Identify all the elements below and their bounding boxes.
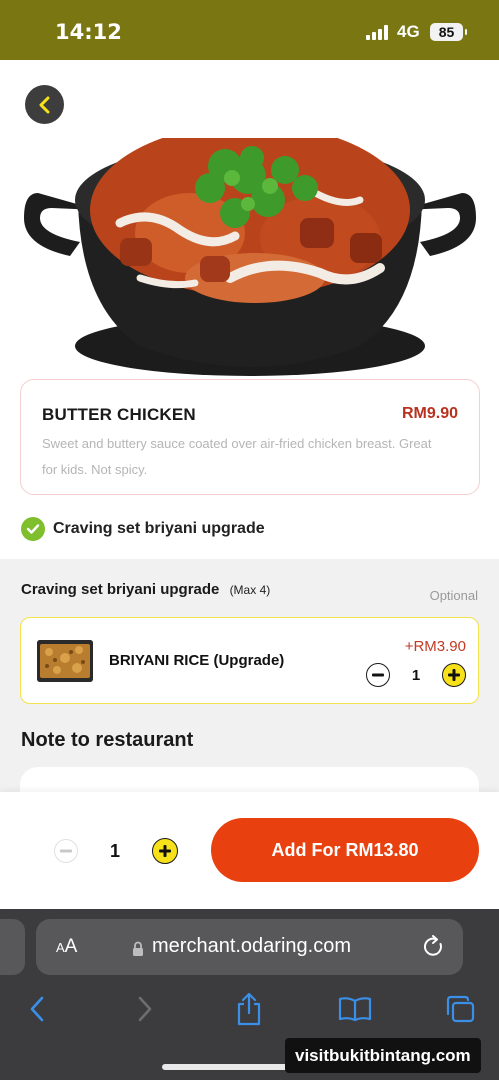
product-description: Sweet and buttery sauce coated over air-… xyxy=(42,436,432,477)
battery-icon: 85 xyxy=(430,23,467,41)
status-bar: 14:12 4G 85 xyxy=(0,0,499,60)
back-button[interactable] xyxy=(25,85,64,124)
increment-button[interactable] xyxy=(151,838,178,864)
browser-forward-button[interactable] xyxy=(127,991,163,1027)
option-increment-button[interactable] xyxy=(442,663,466,687)
product-name: BUTTER CHICKEN xyxy=(42,405,196,424)
browser-toolbar: AA merchant.odaring.com visitbukitbintan… xyxy=(0,909,499,1080)
minus-icon xyxy=(372,673,384,677)
option-quantity: 1 xyxy=(411,666,421,684)
check-icon xyxy=(21,517,45,541)
product-image xyxy=(24,138,476,376)
briyani-rice-thumbnail xyxy=(37,640,93,682)
share-icon xyxy=(237,992,261,1026)
browser-nav xyxy=(0,991,499,1031)
tabs-icon xyxy=(446,995,475,1023)
option-group-title: Craving set briyani upgrade (Max 4) xyxy=(21,581,270,598)
options-section: Craving set briyani upgrade (Max 4) Opti… xyxy=(0,559,499,827)
bottom-action-bar: 1 Add For RM13.80 xyxy=(0,792,499,909)
plus-icon xyxy=(158,845,171,857)
product-card: BUTTER CHICKEN RM9.90 Sweet and buttery … xyxy=(20,379,480,495)
signal-icon xyxy=(366,24,390,40)
decrement-button[interactable] xyxy=(54,839,78,863)
option-item-name: BRIYANI RICE (Upgrade) xyxy=(109,652,285,669)
quantity-stepper: 1 xyxy=(54,838,178,864)
url-text: merchant.odaring.com xyxy=(152,935,351,957)
selected-option-label: Craving set briyani upgrade xyxy=(53,520,265,537)
chevron-left-icon xyxy=(39,96,49,113)
note-title: Note to restaurant xyxy=(21,729,194,751)
network-type: 4G xyxy=(397,22,420,41)
plus-icon xyxy=(448,669,460,681)
product-price: RM9.90 xyxy=(401,405,458,422)
add-to-cart-button[interactable]: Add For RM13.80 xyxy=(211,818,479,882)
address-bar[interactable]: AA merchant.odaring.com xyxy=(36,919,463,975)
chevron-left-icon xyxy=(30,996,44,1022)
option-item[interactable]: BRIYANI RICE (Upgrade) +RM3.90 1 xyxy=(20,617,479,704)
order-quantity: 1 xyxy=(109,840,120,861)
option-group-name: Craving set briyani upgrade xyxy=(21,581,220,598)
previous-tab[interactable] xyxy=(0,919,25,975)
book-icon xyxy=(338,997,372,1022)
tabs-button[interactable] xyxy=(442,991,478,1027)
lock-icon xyxy=(133,941,143,956)
watermark: visitbukitbintang.com xyxy=(285,1038,481,1073)
share-button[interactable] xyxy=(231,991,267,1027)
text-size-button[interactable]: AA xyxy=(56,936,77,958)
minus-icon xyxy=(60,849,72,853)
option-quantity-stepper: 1 xyxy=(366,662,466,688)
selected-option-row: Craving set briyani upgrade xyxy=(21,516,265,542)
option-group-optional: Optional xyxy=(429,588,478,603)
bookmarks-button[interactable] xyxy=(337,991,373,1027)
option-group-max: (Max 4) xyxy=(229,583,271,597)
option-item-price: +RM3.90 xyxy=(404,638,466,655)
browser-back-button[interactable] xyxy=(19,991,55,1027)
reload-icon[interactable] xyxy=(423,935,445,959)
status-time: 14:12 xyxy=(55,20,122,44)
chevron-right-icon xyxy=(138,996,152,1022)
option-decrement-button[interactable] xyxy=(366,663,390,687)
